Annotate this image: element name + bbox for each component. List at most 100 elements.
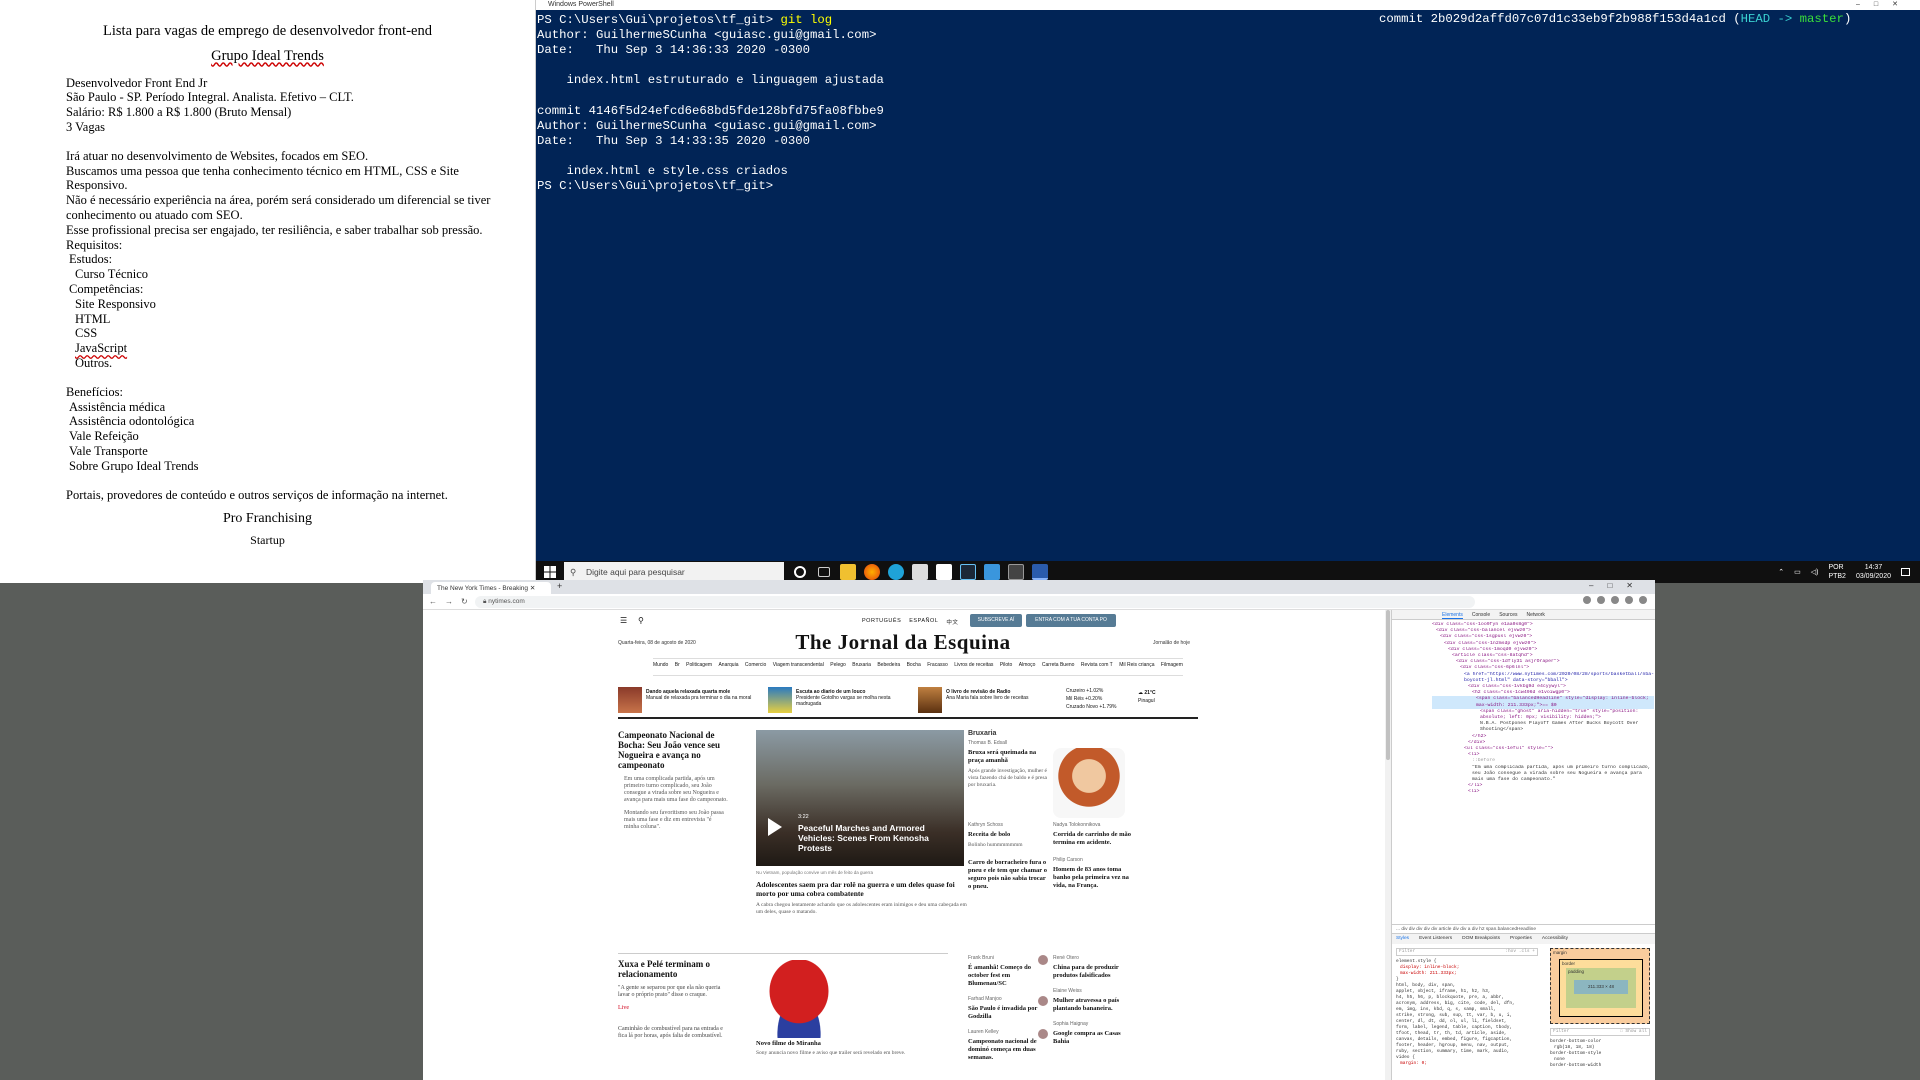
todays-paper-link[interactable]: Jornalão de hoje bbox=[1153, 640, 1190, 646]
play-icon[interactable] bbox=[768, 818, 782, 836]
dom-node-selected[interactable]: <span class="balancedHeadline" style="di… bbox=[1432, 696, 1654, 709]
story-headline[interactable]: China para de produzir produtos falsific… bbox=[1053, 964, 1133, 980]
dom-tree[interactable]: <div class="css-1oo9fyn e1aa0s8g0"> <div… bbox=[1432, 622, 1654, 892]
amazon-icon[interactable] bbox=[936, 564, 952, 580]
styles-pane[interactable]: Filter:hov .cls + element.style { displa… bbox=[1392, 946, 1542, 1080]
powershell-titlebar[interactable]: Windows PowerShell –□✕ bbox=[536, 0, 1920, 10]
taskbar-search[interactable]: ⚲ Digite aqui para pesquisar bbox=[564, 562, 784, 582]
tab-event-listeners[interactable]: Event Listeners bbox=[1419, 936, 1452, 942]
story-headline[interactable]: Google compra as Casas Bahia bbox=[1053, 1030, 1133, 1046]
tab-styles[interactable]: Styles bbox=[1396, 936, 1409, 942]
section-link[interactable]: Fracasso bbox=[927, 662, 948, 675]
section-link[interactable]: Almoço bbox=[1019, 662, 1036, 675]
edge-icon[interactable] bbox=[888, 564, 904, 580]
strip-item[interactable]: O livro de revisão de Radio Ana Maria fal… bbox=[918, 687, 1068, 715]
story-headline[interactable]: Campeonato Nacional de Bocha: Seu João v… bbox=[618, 730, 728, 770]
section-link[interactable]: Viagem transcendental bbox=[773, 662, 824, 675]
show-all-checkbox[interactable]: ☐ Show all bbox=[1620, 1029, 1649, 1035]
section-link[interactable]: Piloto bbox=[1000, 662, 1013, 675]
powershell-window[interactable]: Windows PowerShell –□✕ PS C:\Users\Gui\p… bbox=[536, 0, 1920, 561]
extension-icon[interactable] bbox=[1583, 596, 1591, 604]
market-ticker[interactable]: Cruzeiro +1.02% Mil Réis +0.20% Cruzado … bbox=[1066, 687, 1130, 711]
terminal-output[interactable]: PS C:\Users\Gui\projetos\tf_git> git log… bbox=[536, 10, 1920, 194]
story-headline[interactable]: Xuxa e Pelé terminam o relacionamento bbox=[618, 959, 728, 979]
story-headline[interactable]: É amanhã! Começo do october fest em Blum… bbox=[968, 964, 1048, 988]
hamburger-menu-icon[interactable]: ☰ bbox=[620, 616, 627, 625]
subscribe-button[interactable]: SUBSCREVE AÍ bbox=[970, 614, 1022, 627]
section-link[interactable]: Livros de receitas bbox=[954, 662, 993, 675]
section-link[interactable]: Bocha bbox=[907, 662, 921, 675]
task-view-icon[interactable] bbox=[818, 567, 830, 577]
story-headline[interactable]: Corrida de carrinho de mão termina em ac… bbox=[1053, 831, 1133, 847]
section-kicker[interactable]: Bruxaria bbox=[968, 730, 1048, 737]
scrollbar-thumb[interactable] bbox=[1386, 610, 1390, 760]
computed-property[interactable]: border-bottom-width bbox=[1550, 1063, 1650, 1069]
weather-widget[interactable]: ☁︎ 21°C Pinagul bbox=[1138, 689, 1198, 705]
new-tab-icon[interactable]: + bbox=[557, 581, 562, 591]
story-headline[interactable]: Receita de bolo bbox=[968, 831, 1048, 839]
section-link[interactable]: Anarquia bbox=[718, 662, 738, 675]
strip-item[interactable]: Dando aquela relaxada quarta mole Manual … bbox=[618, 687, 768, 715]
powershell-icon[interactable] bbox=[1032, 564, 1048, 580]
story-image[interactable] bbox=[756, 960, 842, 1038]
video-player[interactable]: 3:22 Peaceful Marches and Armored Vehicl… bbox=[756, 730, 964, 866]
clock[interactable]: 14:37 03/09/2020 bbox=[1856, 563, 1891, 581]
tab-sources[interactable]: Sources bbox=[1499, 612, 1517, 619]
styles-filter-input[interactable]: Filter:hov .cls + bbox=[1396, 948, 1538, 956]
search-icon[interactable]: ⚲ bbox=[638, 616, 644, 625]
story-headline[interactable]: Novo filme do Miranha bbox=[756, 1040, 821, 1047]
windows-start-icon[interactable] bbox=[544, 566, 556, 578]
tab-properties[interactable]: Properties bbox=[1510, 936, 1532, 942]
section-link[interactable]: Mundo bbox=[653, 662, 668, 675]
dom-node[interactable]: <span class="ghost" aria-hidden="true" s… bbox=[1432, 709, 1654, 721]
cortana-icon[interactable] bbox=[794, 566, 806, 578]
dom-node[interactable]: <li> bbox=[1432, 789, 1654, 795]
story-headline[interactable]: São Paulo é invadida por Godzilla bbox=[968, 1005, 1048, 1021]
section-link[interactable]: Revista com T bbox=[1081, 662, 1113, 675]
lang-link[interactable]: ESPAÑOL bbox=[909, 618, 938, 626]
nav-buttons[interactable]: ←→↻ bbox=[429, 597, 476, 606]
section-link[interactable]: Bruxaria bbox=[852, 662, 871, 675]
dom-node[interactable]: <a href="https://www.nytimes.com/2020/08… bbox=[1432, 672, 1654, 684]
box-model-diagram[interactable]: margin border padding 211.333 × 48 bbox=[1550, 948, 1650, 1024]
volume-icon[interactable]: ◁) bbox=[1811, 568, 1819, 577]
section-link[interactable]: Comercio bbox=[745, 662, 766, 675]
story-headline[interactable]: Bruxa será queimada na praça amanhã bbox=[968, 749, 1048, 765]
lang-link[interactable]: PORTUGUÊS bbox=[862, 618, 901, 626]
css-property[interactable]: margin: 0; bbox=[1396, 1061, 1538, 1067]
file-explorer-icon[interactable] bbox=[840, 564, 856, 580]
section-link[interactable]: Mil Reis criança bbox=[1119, 662, 1154, 675]
dom-node[interactable]: N.B.A. Postpones Playoff Games After Buc… bbox=[1432, 721, 1654, 733]
menu-icon[interactable] bbox=[1639, 596, 1647, 604]
input-lang[interactable]: POR PTB2 bbox=[1828, 563, 1846, 581]
steam-icon[interactable] bbox=[960, 564, 976, 580]
story-headline[interactable]: Mulher atravessa o país plantando banane… bbox=[1053, 997, 1133, 1013]
notifications-icon[interactable] bbox=[1901, 568, 1910, 576]
tab-accessibility[interactable]: Accessibility bbox=[1542, 936, 1568, 942]
opinion-item[interactable]: Nadya Tolokonnikova Corrida de carrinho … bbox=[1053, 822, 1133, 893]
tab-console[interactable]: Console bbox=[1472, 612, 1490, 619]
section-link[interactable]: Br bbox=[675, 662, 680, 675]
mail-icon[interactable] bbox=[984, 564, 1000, 580]
login-button[interactable]: ENTRA COM A TUA CONTA PO bbox=[1026, 614, 1116, 627]
dom-node[interactable]: "Em uma complicada partida, após um prim… bbox=[1432, 765, 1654, 784]
lang-link[interactable]: 中文 bbox=[946, 618, 958, 626]
section-link[interactable]: Politicagem bbox=[686, 662, 712, 675]
tab-network[interactable]: Network bbox=[1527, 612, 1545, 619]
window-controls[interactable]: –□✕ bbox=[1856, 0, 1912, 10]
network-icon[interactable]: ▭ bbox=[1794, 568, 1801, 577]
story-headline[interactable]: Carro de borracheiro fura o pneu e ele t… bbox=[968, 859, 1048, 891]
dom-breadcrumb[interactable]: ... div div div div div article div div … bbox=[1392, 924, 1655, 934]
computed-pane[interactable]: Filter ☐ Show all border-bottom-color rgb… bbox=[1550, 1028, 1650, 1069]
browser-tab[interactable]: The New York Times - Breaking ✕ bbox=[431, 582, 551, 594]
firefox-icon[interactable] bbox=[864, 564, 880, 580]
star-icon[interactable] bbox=[1597, 596, 1605, 604]
section-link[interactable]: Carreta Bueno bbox=[1042, 662, 1075, 675]
story-headline[interactable]: Campeonato nacional de dominó começa em … bbox=[968, 1038, 1048, 1062]
section-link[interactable]: Filmagem bbox=[1161, 662, 1183, 675]
computed-filter-input[interactable]: Filter ☐ Show all bbox=[1550, 1028, 1650, 1036]
strip-item[interactable]: Escuta ao diario de um louco Presidente G… bbox=[768, 687, 918, 715]
story-headline[interactable]: Homem de 83 anos toma banho pela primeir… bbox=[1053, 866, 1133, 890]
lead-story[interactable]: Campeonato Nacional de Bocha: Seu João v… bbox=[618, 730, 728, 837]
story-image[interactable] bbox=[1053, 748, 1125, 818]
